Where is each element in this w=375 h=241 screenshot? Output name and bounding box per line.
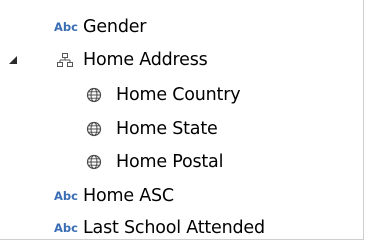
hierarchy-item-home-address[interactable]: Home Address [0, 45, 363, 75]
field-label: Last School Attended [83, 218, 265, 238]
field-item-gender[interactable]: Abc Gender [0, 12, 363, 42]
string-type-icon: Abc [54, 20, 78, 34]
field-label: Home Country [116, 85, 241, 105]
field-item-home-asc[interactable]: Abc Home ASC [0, 181, 363, 211]
string-type-icon: Abc [54, 221, 78, 235]
globe-icon [86, 121, 102, 137]
hierarchy-icon [57, 53, 73, 67]
globe-icon [86, 154, 102, 170]
field-label: Home Postal [116, 152, 224, 172]
field-label: Home State [116, 119, 218, 139]
string-type-icon: Abc [54, 189, 78, 203]
hierarchy-label: Home Address [83, 50, 208, 70]
field-item-home-postal[interactable]: Home Postal [0, 147, 363, 177]
data-pane-field-tree: Abc Gender Home Address Home Country Hom… [0, 0, 364, 240]
expanded-triangle-icon[interactable] [8, 55, 18, 65]
field-label: Gender [83, 17, 147, 37]
field-label: Home ASC [83, 186, 174, 206]
field-item-home-country[interactable]: Home Country [0, 80, 363, 110]
globe-icon [86, 87, 102, 103]
field-item-home-state[interactable]: Home State [0, 114, 363, 144]
field-item-last-school-attended[interactable]: Abc Last School Attended [0, 213, 363, 239]
